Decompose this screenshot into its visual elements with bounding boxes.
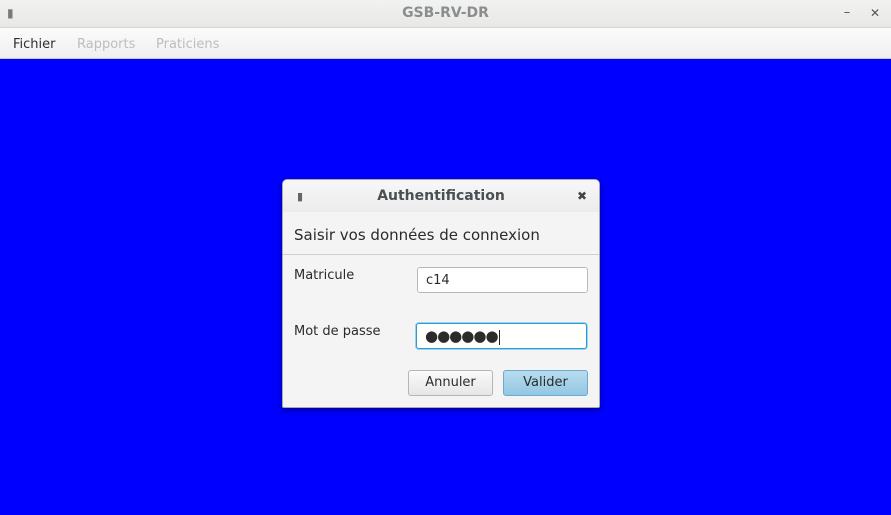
matricule-label: Matricule bbox=[294, 268, 355, 283]
window-title: GSB-RV-DR bbox=[402, 5, 489, 21]
validate-button[interactable]: Valider bbox=[503, 370, 588, 396]
dialog-close-icon[interactable]: ✖ bbox=[577, 189, 587, 203]
dialog-header-text: Saisir vos données de connexion bbox=[294, 226, 540, 244]
authentication-dialog: ▮ Authentification ✖ Saisir vos données … bbox=[282, 179, 600, 408]
dialog-body: Matricule c14 Mot de passe ●●●●●● Annule… bbox=[283, 255, 599, 407]
main-window: ▮ GSB-RV-DR – ✕ Fichier Rapports Pratici… bbox=[0, 0, 891, 515]
dialog-header: Saisir vos données de connexion bbox=[283, 212, 599, 255]
password-input[interactable]: ●●●●●● bbox=[416, 323, 587, 349]
minimize-icon[interactable]: – bbox=[841, 6, 853, 20]
matricule-value: c14 bbox=[426, 273, 450, 288]
menu-praticiens: Praticiens bbox=[156, 37, 220, 52]
window-titlebar[interactable]: ▮ GSB-RV-DR – ✕ bbox=[0, 0, 891, 28]
text-caret bbox=[498, 330, 500, 345]
password-value: ●●●●●● bbox=[425, 327, 499, 345]
close-icon[interactable]: ✕ bbox=[869, 6, 881, 20]
menu-fichier[interactable]: Fichier bbox=[13, 37, 56, 52]
menu-rapports: Rapports bbox=[77, 37, 136, 52]
cancel-button[interactable]: Annuler bbox=[408, 370, 493, 396]
dialog-title: Authentification bbox=[377, 188, 505, 204]
menu-bar: Fichier Rapports Praticiens bbox=[0, 28, 891, 59]
password-label: Mot de passe bbox=[294, 324, 381, 339]
dialog-titlebar[interactable]: ▮ Authentification ✖ bbox=[283, 180, 599, 212]
matricule-input[interactable]: c14 bbox=[417, 267, 588, 293]
